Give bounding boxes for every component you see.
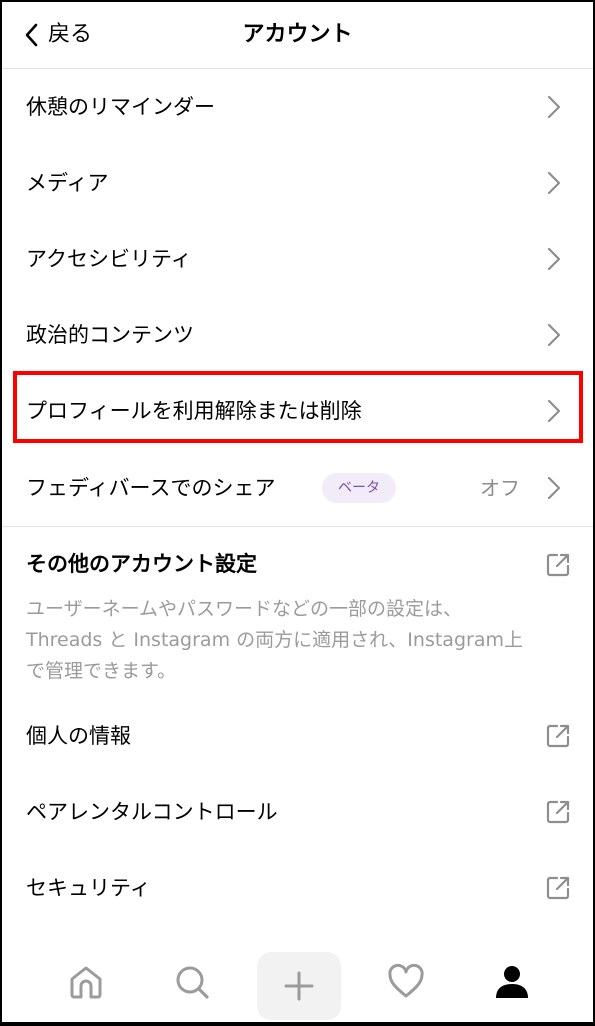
chevron-right-icon <box>547 399 561 423</box>
tab-profile[interactable] <box>482 952 542 1012</box>
menu-item-label: メディア <box>26 171 109 195</box>
header: 戻る アカウント <box>2 2 593 69</box>
heart-icon <box>388 963 424 998</box>
divider <box>2 526 593 527</box>
menu-item-label: 個人の情報 <box>26 724 131 748</box>
menu-item-accessibility[interactable]: アクセシビリティ <box>2 221 593 297</box>
fediverse-status-value: オフ <box>480 476 520 500</box>
chevron-right-icon <box>547 476 561 500</box>
tab-search[interactable] <box>162 952 222 1012</box>
menu-item-label: セキュリティ <box>26 876 151 900</box>
profile-icon <box>496 966 528 998</box>
tab-create[interactable] <box>257 952 341 1020</box>
chevron-right-icon <box>547 95 561 119</box>
menu-item-political-content[interactable]: 政治的コンテンツ <box>2 297 593 373</box>
home-icon <box>70 966 102 999</box>
menu-item-media[interactable]: メディア <box>2 145 593 221</box>
menu-item-label: 休憩のリマインダー <box>26 95 215 119</box>
page-title: アカウント <box>242 22 353 47</box>
plus-icon <box>284 971 314 1001</box>
external-link-icon <box>546 800 570 824</box>
external-link-icon <box>546 876 570 900</box>
search-icon <box>176 966 209 999</box>
menu-item-security[interactable]: セキュリティ <box>2 850 593 926</box>
menu-item-parental-control[interactable]: ペアレンタルコントロール <box>2 774 593 850</box>
external-link-icon[interactable] <box>545 552 571 578</box>
menu-item-label: プロフィールを利用解除または削除 <box>26 399 362 423</box>
bottom-tab-bar <box>2 946 593 1022</box>
menu-item-label: フェディバースでのシェア <box>26 476 276 500</box>
tab-activity[interactable] <box>376 952 436 1012</box>
section-description: ユーザーネームやパスワードなどの一部の設定は、Threads と Instagr… <box>26 598 523 682</box>
menu-item-personal-info[interactable]: 個人の情報 <box>2 698 593 774</box>
menu-item-label: ペアレンタルコントロール <box>26 800 278 824</box>
chevron-right-icon <box>547 323 561 347</box>
tab-home[interactable] <box>56 952 116 1012</box>
menu-item-deactivate-or-delete[interactable]: プロフィールを利用解除または削除 <box>2 373 593 449</box>
beta-badge: ベータ <box>322 473 396 503</box>
section-title-other-settings: その他のアカウント設定 <box>26 552 257 576</box>
account-settings-screen: 戻る アカウント 休憩のリマインダー メディア アクセシビリティ 政治的コンテン… <box>2 2 593 1022</box>
chevron-right-icon <box>547 171 561 195</box>
menu-item-label: 政治的コンテンツ <box>26 323 194 347</box>
menu-item-break-reminder[interactable]: 休憩のリマインダー <box>2 69 593 145</box>
external-link-icon <box>546 724 570 748</box>
menu-item-label: アクセシビリティ <box>26 247 192 271</box>
chevron-right-icon <box>547 247 561 271</box>
